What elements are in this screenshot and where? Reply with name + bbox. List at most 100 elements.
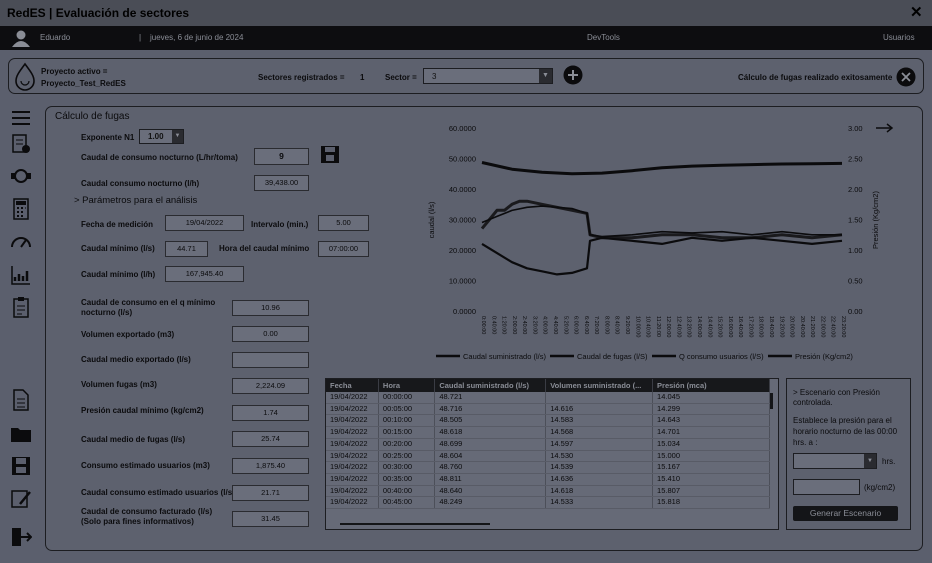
exponent-select[interactable]: 1.00 ▼ [139,129,184,144]
x-tick-label: 22:00:00 [819,316,825,337]
exponent-label: Exponente N1 [81,133,135,142]
leak-volume-label: Volumen fugas (m3) [81,380,157,389]
min-flow-pressure-value: 1.74 [232,405,309,421]
column-header[interactable]: Hora [378,379,436,392]
x-tick-label: 1:20:00 [501,316,507,334]
window-title: RedES | Evaluación de sectores [7,6,190,20]
x-tick-label: 11:20:00 [655,316,661,337]
table-row[interactable]: 19/04/2022 00:10:00 48.505 14.583 14.643 [326,414,770,428]
table-cell: 15.034 [652,438,770,451]
mean-leak-flow-label: Caudal medio de fugas (l/s) [81,435,186,444]
column-header[interactable]: Volumen suministrado (... [545,379,654,392]
add-sector-button[interactable] [563,65,583,85]
night-consumption-lh-value: 39,438.00 [254,175,309,191]
sector-select-value: 3 [432,72,437,81]
chevron-down-icon[interactable]: ▼ [864,454,876,468]
chart-icon[interactable] [10,264,32,286]
water-drop-logo-icon [15,62,35,91]
table-row[interactable]: 19/04/2022 00:20:00 48.699 14.597 15.034 [326,438,770,451]
user-name: Eduardo [40,33,71,42]
table-cell: 14.530 [545,450,654,463]
x-tick-label: 2:40:00 [521,316,527,334]
logout-icon[interactable] [10,526,32,548]
min-flow-ls-label: Caudal mínimo (l/s) [81,244,155,253]
exponent-select-value: 1.00 [148,132,164,141]
table-row[interactable]: 19/04/2022 00:40:00 48.640 14.618 15.807 [326,485,770,498]
table-row[interactable]: 19/04/2022 00:35:00 48.811 14.636 15.410 [326,473,770,486]
y-tick-label: 60.0000 [449,124,476,133]
scenario-title: > Escenario con Presión controlada. [793,388,880,407]
analysis-params-toggle[interactable]: > Parámetros para el análisis [74,195,197,206]
horizontal-scrollbar[interactable] [340,523,490,525]
y2-tick-label: 0.00 [848,307,863,316]
table-row[interactable]: 19/04/2022 00:45:00 48.249 14.533 15.818 [326,496,770,510]
checklist-icon[interactable] [10,133,32,155]
x-tick-label: 18:40:00 [768,316,774,337]
window-close-icon[interactable]: ✕ [910,3,923,21]
table-cell: 00:40:00 [378,485,436,498]
estimated-consumption-flow-label: Caudal consumo estimado usuarios (l/s) [81,488,235,497]
clipboard-icon[interactable] [10,296,32,318]
pressure-input[interactable] [793,479,860,495]
user-avatar-icon[interactable] [10,29,32,47]
document-icon[interactable] [10,389,32,411]
min-flow-time-label: Hora del caudal mínimo [219,244,310,253]
column-header[interactable]: Fecha [326,379,379,392]
table-body: 19/04/2022 00:00:00 48.721 14.045 19/04/2022… [326,392,770,510]
save-icon[interactable] [10,455,32,477]
billed-consumption-label: Caudal de consumo facturado (l/s) (Solo … [81,507,213,526]
table-row[interactable]: 19/04/2022 00:05:00 48.716 14.616 14.299 [326,403,770,416]
generate-scenario-button[interactable]: Generar Escenario [793,506,898,521]
night-consumption-label: Caudal de consumo nocturno (L/hr/toma) [81,153,238,162]
folder-icon[interactable] [10,423,32,445]
min-flow-pressure-label: Presión caudal mínimo (kg/cm2) [81,406,204,415]
sector-select[interactable]: 3 ▼ [423,68,553,84]
x-tick-label: 21:20:00 [809,316,815,337]
chevron-down-icon[interactable]: ▼ [172,130,183,143]
estimated-consumption-value: 1,875.40 [232,458,309,474]
edit-save-icon[interactable] [10,488,32,510]
table-row[interactable]: 19/04/2022 00:15:00 48.618 14.568 14.701 [326,426,770,439]
x-tick-label: 0:00:00 [480,316,486,334]
calculator-icon[interactable] [10,198,32,220]
billed-consumption-value: 31.45 [232,511,309,527]
chevron-down-icon[interactable]: ▼ [539,69,552,83]
consumption-at-min-value: 10.96 [232,300,309,316]
table-row[interactable]: 19/04/2022 00:25:00 48.604 14.530 15.000 [326,450,770,463]
consumption-at-min-label: Caudal de consumo en el q mínimo nocturn… [81,298,216,317]
table-row[interactable]: 19/04/2022 00:30:00 48.760 14.539 15.167 [326,461,770,474]
x-tick-label: 7:20:00 [593,316,599,334]
x-tick-label: 14:00:00 [696,316,702,337]
night-consumption-input[interactable]: 9 [254,148,309,165]
usuarios-link[interactable]: Usuarios [883,33,915,42]
table-row[interactable]: 19/04/2022 00:00:00 48.721 14.045 [326,392,770,404]
series-line [481,205,842,238]
y2-tick-label: 1.00 [848,246,863,255]
column-header[interactable]: Caudal suministrado (l/s) [434,379,547,392]
estimated-consumption-label: Consumo estimado usuarios (m3) [81,461,210,470]
water-meter-icon[interactable] [10,165,32,187]
hours-select[interactable]: ▼ [793,453,877,469]
dismiss-status-button[interactable] [896,67,916,87]
table-cell: 19/04/2022 [326,438,379,451]
gauge-icon[interactable] [10,231,32,253]
table-cell: 15.000 [652,450,770,463]
devtools-link[interactable]: DevTools [587,33,620,42]
save-value-icon[interactable] [320,145,340,164]
x-tick-label: 6:40:00 [583,316,589,334]
x-tick-label: 0:40:00 [490,316,496,334]
table-cell: 19/04/2022 [326,392,379,404]
table-cell: 00:45:00 [378,496,436,510]
column-header[interactable]: Presión (mca) [652,379,770,392]
table-cell: 19/04/2022 [326,496,379,510]
x-tick-label: 6:00:00 [573,316,579,334]
x-tick-label: 15:20:00 [717,316,723,337]
min-flow-time-value: 07:00:00 [318,241,369,257]
y2-tick-label: 3.00 [848,124,863,133]
table-cell: 00:15:00 [378,426,436,439]
vertical-scrollbar[interactable] [770,393,773,409]
leak-volume-value: 2,224.09 [232,378,309,394]
menu-icon[interactable] [10,107,32,129]
x-tick-label: 14:40:00 [706,316,712,337]
table-cell: 00:05:00 [378,403,436,416]
